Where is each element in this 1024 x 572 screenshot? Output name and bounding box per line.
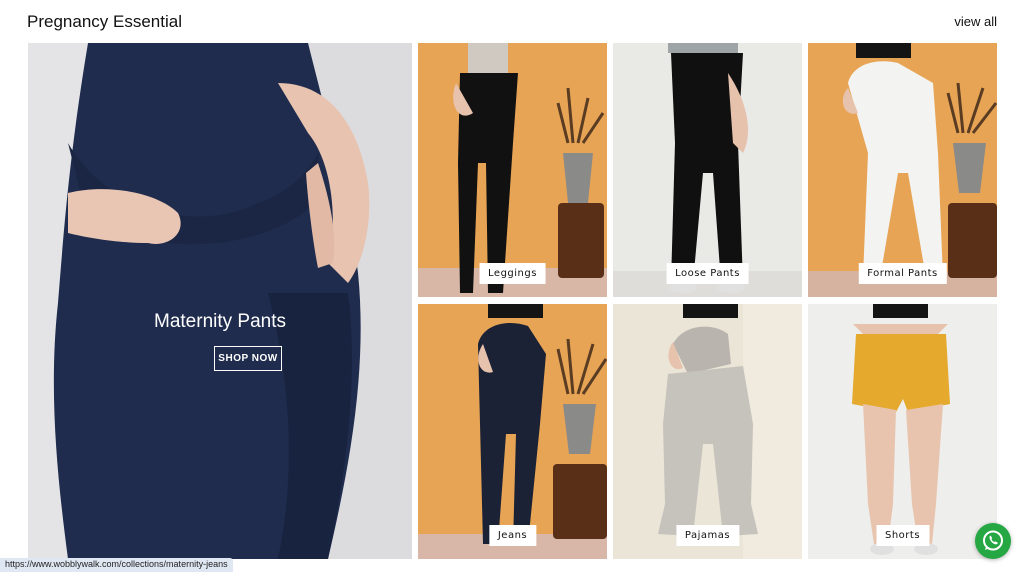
section-title: Pregnancy Essential (27, 12, 182, 31)
category-tile-shorts[interactable]: Shorts (808, 304, 997, 559)
whatsapp-button[interactable] (975, 523, 1011, 559)
leggings-image (418, 43, 607, 297)
hero-title: Maternity Pants (154, 311, 286, 332)
category-label: Pajamas (675, 525, 740, 546)
category-tile-formal-pants[interactable]: Formal Pants (808, 43, 997, 297)
category-tile-leggings[interactable]: Leggings (418, 43, 607, 297)
view-all-link[interactable]: view all (954, 14, 997, 29)
hero-image (28, 43, 412, 559)
category-tile-pajamas[interactable]: Pajamas (613, 304, 802, 559)
status-bar-url: https://www.wobblywalk.com/collections/m… (0, 558, 233, 572)
whatsapp-icon (983, 530, 1003, 551)
category-label: Leggings (479, 263, 546, 284)
category-tile-loose-pants[interactable]: Loose Pants (613, 43, 802, 297)
pajamas-image (613, 304, 802, 559)
hero-maternity-pants[interactable]: Maternity Pants SHOP NOW (28, 43, 412, 559)
shop-now-button[interactable]: SHOP NOW (214, 346, 282, 371)
category-label: Jeans (488, 525, 537, 546)
category-label: Loose Pants (666, 263, 749, 284)
loose-pants-image (613, 43, 802, 297)
category-tile-jeans[interactable]: Jeans (418, 304, 607, 559)
category-label: Shorts (875, 525, 930, 546)
category-label: Formal Pants (858, 263, 947, 284)
section-header: Pregnancy Essential view all (0, 0, 1024, 42)
jeans-image (418, 304, 607, 559)
shorts-image (808, 304, 997, 559)
formal-pants-image (808, 43, 997, 297)
